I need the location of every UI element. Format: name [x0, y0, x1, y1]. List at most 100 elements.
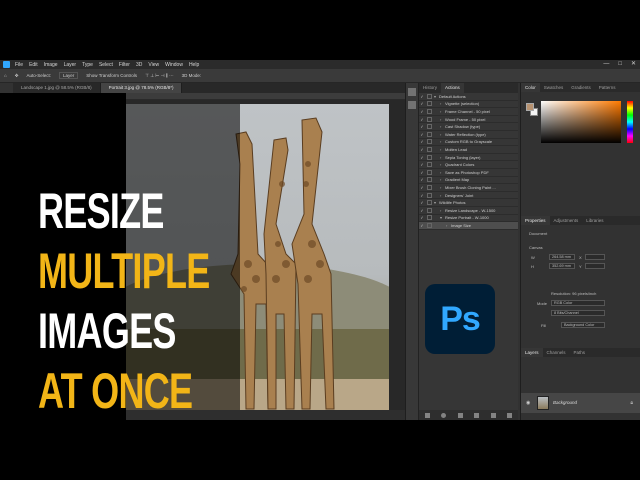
dialog-toggle-box[interactable]: [427, 222, 432, 228]
tab-swatches[interactable]: Swatches: [540, 83, 568, 92]
dialog-toggle-box[interactable]: [427, 108, 432, 114]
home-icon[interactable]: ⌂: [4, 73, 7, 78]
tab-portrait[interactable]: Portrait 3.jpg @ 78.5% (RGB/8*): [100, 83, 183, 93]
tab-color[interactable]: Color: [521, 83, 540, 92]
dialog-toggle-box[interactable]: [427, 116, 432, 122]
tab-paths[interactable]: Paths: [570, 348, 590, 357]
dialog-toggle-box[interactable]: [427, 184, 432, 190]
dialog-toggle-box[interactable]: [427, 154, 432, 160]
action-row[interactable]: ✓ › Wood Frame - 50 pixel: [419, 116, 518, 124]
new-action-icon[interactable]: [490, 412, 496, 418]
action-row[interactable]: ✓ › Designers' Joint: [419, 192, 518, 200]
action-check-icon[interactable]: ✓: [419, 139, 425, 144]
menu-file[interactable]: File: [15, 62, 23, 68]
action-check-icon[interactable]: ✓: [419, 101, 425, 106]
dialog-toggle-box[interactable]: [427, 207, 432, 213]
menu-edit[interactable]: Edit: [29, 62, 38, 68]
tab-properties[interactable]: Properties: [521, 216, 550, 225]
dialog-toggle-box[interactable]: [427, 169, 432, 175]
tab-adjustments[interactable]: Adjustments: [550, 216, 583, 225]
menu-select[interactable]: Select: [99, 62, 113, 68]
visibility-eye-icon[interactable]: ◉: [526, 400, 530, 406]
layer-row-background[interactable]: ◉ Background 🔒︎: [521, 393, 640, 413]
action-row[interactable]: ✓ › Sepia Toning (layer): [419, 154, 518, 162]
action-check-icon[interactable]: ✓: [419, 208, 425, 213]
action-check-icon[interactable]: ✓: [419, 124, 425, 129]
play-action-icon[interactable]: [457, 412, 463, 418]
tab-channels[interactable]: Channels: [543, 348, 570, 357]
action-check-icon[interactable]: ✓: [419, 155, 425, 160]
action-check-icon[interactable]: ✓: [419, 170, 425, 175]
color-picker-field[interactable]: [541, 101, 621, 143]
dialog-toggle-box[interactable]: [427, 162, 432, 168]
action-row[interactable]: ✓ › Cast Shadow (type): [419, 123, 518, 131]
action-check-icon[interactable]: ✓: [419, 177, 425, 182]
action-row[interactable]: ✓ › Mixer Brush Cloning Paint ...: [419, 184, 518, 192]
delete-icon[interactable]: [507, 412, 513, 418]
tab-patterns[interactable]: Patterns: [595, 83, 620, 92]
action-check-icon[interactable]: ✓: [419, 117, 425, 122]
y-field[interactable]: [585, 263, 605, 269]
action-check-icon[interactable]: ✓: [419, 215, 425, 220]
menu-layer[interactable]: Layer: [64, 62, 77, 68]
dialog-toggle-box[interactable]: [427, 177, 432, 183]
action-row[interactable]: ✓ › Water Reflection (type): [419, 131, 518, 139]
dialog-toggle-box[interactable]: [427, 131, 432, 137]
height-field[interactable]: 352.69 mm: [549, 263, 575, 269]
action-row[interactable]: ✓ ▾ Resize Portrait - W-1000: [419, 215, 518, 223]
width-field[interactable]: 264.58 mm: [549, 254, 575, 260]
menu-type[interactable]: Type: [82, 62, 93, 68]
dialog-toggle-box[interactable]: [427, 146, 432, 152]
action-check-icon[interactable]: ✓: [419, 185, 425, 190]
bit-depth-dropdown[interactable]: 8 Bits/Channel: [551, 310, 605, 316]
menu-help[interactable]: Help: [189, 62, 199, 68]
action-row[interactable]: ✓ › Save as Photoshop PDF: [419, 169, 518, 177]
action-row[interactable]: ✓ › Quadrant Colors: [419, 161, 518, 169]
x-field[interactable]: [585, 254, 605, 260]
action-check-icon[interactable]: ✓: [419, 200, 425, 205]
menu-window[interactable]: Window: [165, 62, 183, 68]
action-check-icon[interactable]: ✓: [419, 193, 425, 198]
auto-select-checkbox[interactable]: Auto-Select:: [27, 73, 52, 78]
dialog-toggle-box[interactable]: [427, 200, 432, 206]
tab-gradients[interactable]: Gradients: [567, 83, 595, 92]
menu-3d[interactable]: 3D: [136, 62, 142, 68]
action-check-icon[interactable]: ✓: [419, 94, 425, 99]
dialog-toggle-box[interactable]: [427, 93, 432, 99]
action-check-icon[interactable]: ✓: [419, 223, 425, 228]
dialog-toggle-box[interactable]: [427, 101, 432, 107]
action-row[interactable]: ✓ › Image Size: [419, 222, 518, 230]
maximize-button[interactable]: □: [618, 60, 622, 69]
dialog-toggle-box[interactable]: [427, 124, 432, 130]
action-check-icon[interactable]: ✓: [419, 147, 425, 152]
move-tool-icon[interactable]: ✥: [15, 73, 19, 79]
action-row[interactable]: ✓ › Resize Landscape - W-1500: [419, 207, 518, 215]
record-icon[interactable]: [441, 412, 447, 418]
align-icons[interactable]: ⊤ ⊥ ⊢ ⊣ ⫼ ⋯: [145, 73, 174, 79]
menu-filter[interactable]: Filter: [119, 62, 130, 68]
stop-icon[interactable]: [424, 412, 430, 418]
new-set-icon[interactable]: [474, 412, 480, 418]
tab-libraries[interactable]: Libraries: [582, 216, 607, 225]
menu-image[interactable]: Image: [44, 62, 58, 68]
action-row[interactable]: ✓ ▾ Default Actions: [419, 93, 518, 101]
fill-dropdown[interactable]: Background Color: [561, 322, 605, 328]
foreground-color-swatch[interactable]: [526, 103, 534, 111]
minimize-button[interactable]: —: [603, 60, 609, 69]
layer-select-dropdown[interactable]: Layer: [59, 72, 79, 79]
action-row[interactable]: ✓ › Molten Lead: [419, 146, 518, 154]
action-row[interactable]: ✓ › Custom RGB to Grayscale: [419, 139, 518, 147]
action-check-icon[interactable]: ✓: [419, 162, 425, 167]
action-check-icon[interactable]: ✓: [419, 109, 425, 114]
action-row[interactable]: ✓ ▾ Wildlife Photos: [419, 199, 518, 207]
play-icon[interactable]: [408, 101, 416, 109]
close-button[interactable]: ✕: [631, 60, 636, 69]
tab-history[interactable]: History: [419, 83, 441, 93]
dialog-toggle-box[interactable]: [427, 139, 432, 145]
action-check-icon[interactable]: ✓: [419, 132, 425, 137]
dialog-toggle-box[interactable]: [427, 192, 432, 198]
action-row[interactable]: ✓ › Frame Channel - 50 pixel: [419, 108, 518, 116]
show-transform-checkbox[interactable]: Show Transform Controls: [86, 73, 137, 78]
tab-landscape[interactable]: Landscape 1.jpg @ 58.5% (RGB/8): [13, 83, 101, 93]
hue-slider[interactable]: [627, 101, 633, 143]
